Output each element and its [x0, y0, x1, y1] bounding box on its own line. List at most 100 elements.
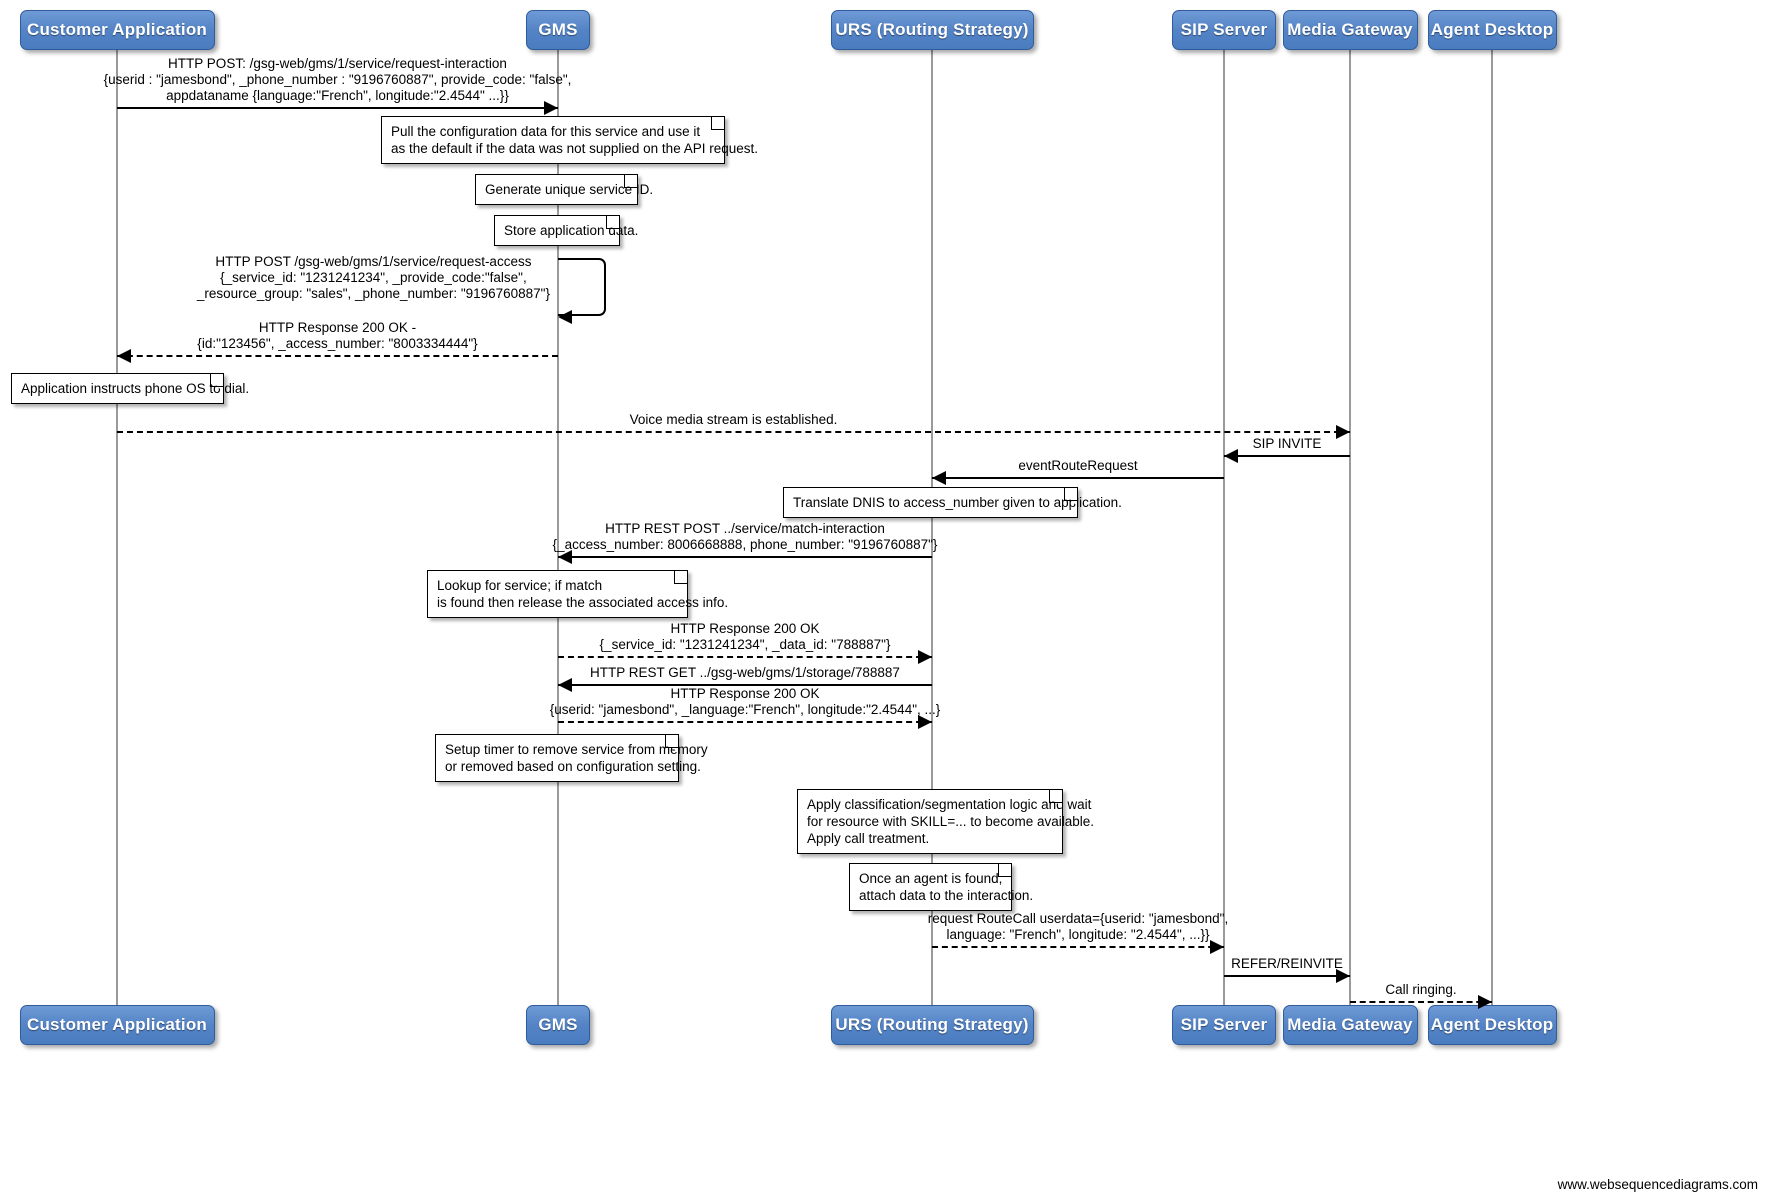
note-line: attach data to the interaction.	[859, 888, 1034, 903]
message-line-stroke	[117, 431, 1350, 433]
arrowhead-sip-invite	[1224, 449, 1238, 463]
message-line-stroke	[1224, 455, 1350, 457]
message-line: REFER/REINVITE	[1231, 956, 1343, 971]
note-note-generate-unique-service-id: Generate unique service ID.	[475, 174, 654, 205]
actor-agent-desktop-top[interactable]: Agent Desktop	[1427, 10, 1557, 50]
note-fold-corner-icon	[669, 571, 687, 589]
message-line: language: "French", longitude: "2.4544",…	[946, 927, 1210, 942]
note-line: Store application data.	[504, 223, 639, 238]
message-line: HTTP POST /gsg-web/gms/1/service/request…	[215, 254, 532, 269]
self-message-http-post-request-access	[558, 258, 606, 316]
actor-label: URS (Routing Strategy)	[835, 20, 1029, 39]
message-label-call-ringing: Call ringing.	[1385, 982, 1456, 998]
actor-media-gateway-top[interactable]: Media Gateway	[1282, 10, 1418, 50]
actor-gms-bottom[interactable]: GMS	[526, 1005, 590, 1045]
message-line: HTTP REST POST ../service/match-interact…	[605, 521, 885, 536]
actor-gms-top[interactable]: GMS	[526, 10, 590, 50]
footer-attribution: www.websequencediagrams.com	[1557, 1177, 1758, 1192]
note-line: as the default if the data was not suppl…	[391, 141, 758, 156]
message-line: HTTP POST: /gsg-web/gms/1/service/reques…	[168, 56, 507, 71]
note-fold-corner-icon	[993, 864, 1011, 882]
actor-label: SIP Server	[1180, 1015, 1268, 1034]
message-label-request-route-call: request RouteCall userdata={userid: "jam…	[928, 911, 1228, 943]
message-line: _resource_group: "sales", _phone_number:…	[196, 286, 550, 301]
note-line: Lookup for service; if match	[437, 578, 603, 593]
actor-label: Media Gateway	[1287, 1015, 1413, 1034]
note-fold-corner-icon	[619, 175, 637, 193]
message-line: {_access_number: 8006668888, phone_numbe…	[552, 537, 938, 552]
message-line-stroke	[1224, 975, 1350, 977]
note-note-pull-configuration-data: Pull the configuration data for this ser…	[381, 116, 758, 164]
message-line: Call ringing.	[1385, 982, 1457, 997]
arrowhead-http-response-200-ok-access-number	[117, 349, 131, 363]
message-label-http-response-200-ok-access-number: HTTP Response 200 OK - {id:"123456", _acc…	[197, 320, 477, 352]
message-line: {_service_id: "1231241234", _data_id: "7…	[599, 637, 891, 652]
actor-label: Customer Application	[27, 1015, 207, 1034]
note-note-translate-dnis: Translate DNIS to access_number given to…	[783, 487, 1122, 518]
note-line: Apply call treatment.	[807, 831, 930, 846]
message-label-http-response-200-ok-userid: HTTP Response 200 OK {userid: "jamesbond"…	[550, 686, 941, 718]
message-line: Voice media stream is established.	[629, 412, 838, 427]
lifeline-agent-desktop	[1491, 50, 1493, 1005]
lifeline-customer-application	[116, 50, 118, 1005]
message-label-http-response-200-ok-service-data-id: HTTP Response 200 OK {_service_id: "12312…	[600, 621, 891, 653]
sequence-diagram-canvas: Customer Application Customer Application…	[0, 0, 1772, 1202]
actor-label: SIP Server	[1180, 20, 1268, 39]
note-line: Translate DNIS to access_number given to…	[793, 495, 1122, 510]
note-line: Apply classification/segmentation logic …	[807, 797, 1092, 812]
message-label-http-rest-get-storage: HTTP REST GET ../gsg-web/gms/1/storage/7…	[590, 665, 900, 681]
message-line: SIP INVITE	[1252, 436, 1322, 451]
actor-urs-top[interactable]: URS (Routing Strategy)	[830, 10, 1034, 50]
message-line-stroke	[932, 946, 1224, 948]
note-line: is found then release the associated acc…	[437, 595, 729, 610]
message-label-voice-media-stream: Voice media stream is established.	[630, 412, 838, 428]
lifeline-sip-server	[1223, 50, 1225, 1005]
message-line: {userid : "jamesbond", _phone_number : "…	[103, 72, 572, 87]
actor-sip-server-top[interactable]: SIP Server	[1172, 10, 1276, 50]
note-line: Setup timer to remove service from memor…	[445, 742, 708, 757]
message-line: HTTP Response 200 OK	[670, 621, 820, 636]
message-line: HTTP REST GET ../gsg-web/gms/1/storage/7…	[590, 665, 900, 680]
note-note-store-application-data: Store application data.	[494, 215, 639, 246]
note-note-once-agent-found: Once an agent is found, attach data to t…	[849, 863, 1034, 911]
actor-sip-server-bottom[interactable]: SIP Server	[1172, 1005, 1276, 1045]
arrowhead-http-response-200-ok-service-data-id	[918, 650, 932, 664]
message-line-stroke	[558, 656, 932, 658]
message-line: request RouteCall userdata={userid: "jam…	[927, 911, 1229, 926]
message-line: {userid: "jamesbond", _language:"French"…	[549, 702, 941, 717]
message-line-stroke	[1350, 1001, 1492, 1003]
actor-label: URS (Routing Strategy)	[835, 1015, 1029, 1034]
actor-urs-bottom[interactable]: URS (Routing Strategy)	[830, 1005, 1034, 1045]
note-fold-corner-icon	[706, 117, 724, 135]
note-fold-corner-icon	[1044, 790, 1062, 808]
message-line-stroke	[558, 556, 932, 558]
arrowhead-event-route-request	[932, 471, 946, 485]
arrowhead-voice-media-stream	[1336, 425, 1350, 439]
actor-label: GMS	[538, 1015, 578, 1034]
message-label-refer-reinvite: REFER/REINVITE	[1231, 956, 1343, 972]
note-fold-corner-icon	[1059, 488, 1077, 506]
actor-media-gateway-bottom[interactable]: Media Gateway	[1282, 1005, 1418, 1045]
note-fold-corner-icon	[601, 216, 619, 234]
message-line: HTTP Response 200 OK	[670, 686, 820, 701]
note-fold-corner-icon	[660, 735, 678, 753]
message-line-stroke	[117, 355, 558, 357]
actor-customer-application-top[interactable]: Customer Application	[19, 10, 215, 50]
note-note-apply-classification: Apply classification/segmentation logic …	[797, 789, 1095, 854]
note-fold-corner-icon	[205, 374, 223, 392]
actor-label: GMS	[538, 20, 578, 39]
message-label-http-rest-post-match-interaction: HTTP REST POST ../service/match-interact…	[553, 521, 938, 553]
message-label-http-post-request-access: HTTP POST /gsg-web/gms/1/service/request…	[197, 254, 550, 302]
note-note-application-instructs-phone-os: Application instructs phone OS to dial.	[11, 373, 250, 404]
note-line: or removed based on configuration settin…	[445, 759, 701, 774]
note-line: Application instructs phone OS to dial.	[21, 381, 250, 396]
message-line: HTTP Response 200 OK -	[258, 320, 417, 335]
message-line: {_service_id: "1231241234", _provide_cod…	[220, 270, 527, 285]
actor-label: Agent Desktop	[1430, 20, 1554, 39]
actor-agent-desktop-bottom[interactable]: Agent Desktop	[1427, 1005, 1557, 1045]
message-label-http-post-request-interaction: HTTP POST: /gsg-web/gms/1/service/reques…	[104, 56, 572, 104]
message-line: {id:"123456", _access_number: "800333444…	[197, 336, 478, 351]
actor-customer-application-bottom[interactable]: Customer Application	[19, 1005, 215, 1045]
note-line: for resource with SKILL=... to become av…	[807, 814, 1095, 829]
note-line: Generate unique service ID.	[485, 182, 654, 197]
